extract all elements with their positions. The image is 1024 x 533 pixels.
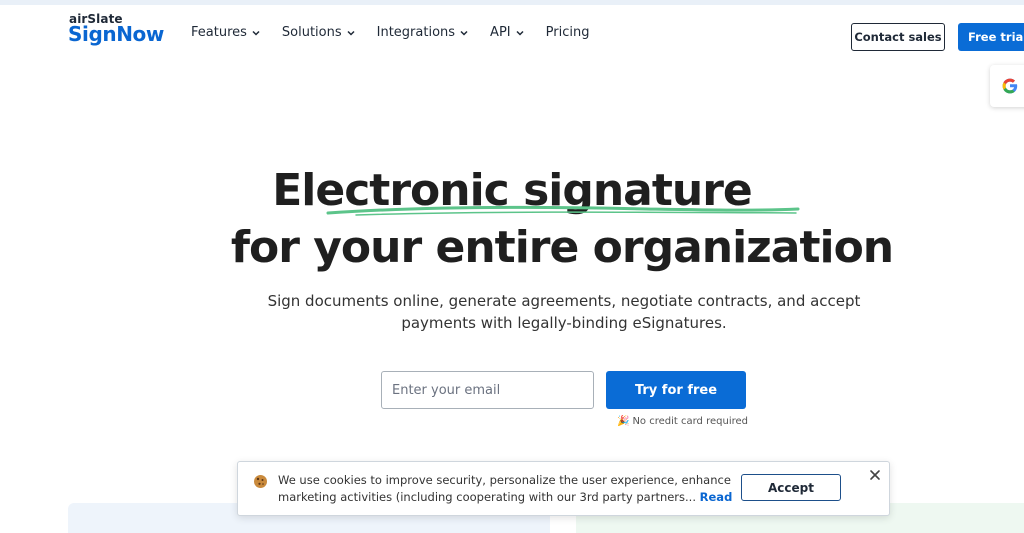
contact-sales-button[interactable]: Contact sales	[851, 23, 945, 51]
no-credit-card-text: No credit card required	[632, 416, 748, 427]
chevron-down-icon	[252, 30, 260, 36]
cookie-message-line2: marketing activities (including cooperat…	[278, 489, 733, 506]
main-nav: Features Solutions Integrations API Pric…	[191, 25, 611, 40]
nav-pricing-label: Pricing	[545, 25, 590, 40]
try-for-free-button[interactable]: Try for free	[606, 371, 746, 409]
site-header: airSlate SignNow Features Solutions Inte…	[0, 5, 1024, 61]
cookie-message-line2-text: marketing activities (including cooperat…	[278, 490, 696, 504]
logo-signnow-text: SignNow	[68, 22, 164, 46]
close-icon[interactable]	[868, 468, 882, 482]
nav-features-label: Features	[191, 25, 247, 40]
hero-title-line2: for your entire organization	[230, 222, 894, 273]
chevron-down-icon	[516, 30, 524, 36]
nav-features[interactable]: Features	[191, 25, 260, 40]
google-badge[interactable]	[990, 65, 1024, 107]
nav-solutions-label: Solutions	[281, 25, 342, 40]
nav-api-label: API	[490, 25, 511, 40]
chevron-down-icon	[347, 30, 355, 36]
nav-integrations-label: Integrations	[376, 25, 456, 40]
cookie-icon	[254, 475, 267, 488]
cookie-message-line1: We use cookies to improve security, pers…	[278, 473, 733, 487]
cookie-banner: We use cookies to improve security, pers…	[237, 461, 890, 516]
title-underline-decoration	[326, 205, 800, 216]
signnow-logo[interactable]: airSlate SignNow	[68, 12, 168, 52]
hero-subtitle-line2: payments with legally-binding eSignature…	[401, 314, 727, 332]
accept-cookies-button[interactable]: Accept	[741, 474, 841, 501]
nav-solutions[interactable]: Solutions	[282, 25, 355, 40]
cookie-message: We use cookies to improve security, pers…	[278, 472, 733, 506]
google-icon	[1002, 78, 1018, 94]
hero-subtitle-line1: Sign documents online, generate agreemen…	[267, 292, 861, 310]
chevron-down-icon	[460, 30, 468, 36]
no-credit-card-note: 🎉 No credit card required	[617, 416, 748, 427]
read-more-link[interactable]: Read more...	[700, 490, 733, 504]
free-trial-button[interactable]: Free trial	[958, 23, 1024, 51]
nav-pricing[interactable]: Pricing	[546, 25, 590, 40]
party-popper-icon: 🎉	[617, 416, 630, 427]
email-input[interactable]	[381, 371, 594, 409]
hero-subtitle: Sign documents online, generate agreemen…	[0, 290, 1024, 334]
nav-api[interactable]: API	[490, 25, 524, 40]
nav-integrations[interactable]: Integrations	[377, 25, 468, 40]
